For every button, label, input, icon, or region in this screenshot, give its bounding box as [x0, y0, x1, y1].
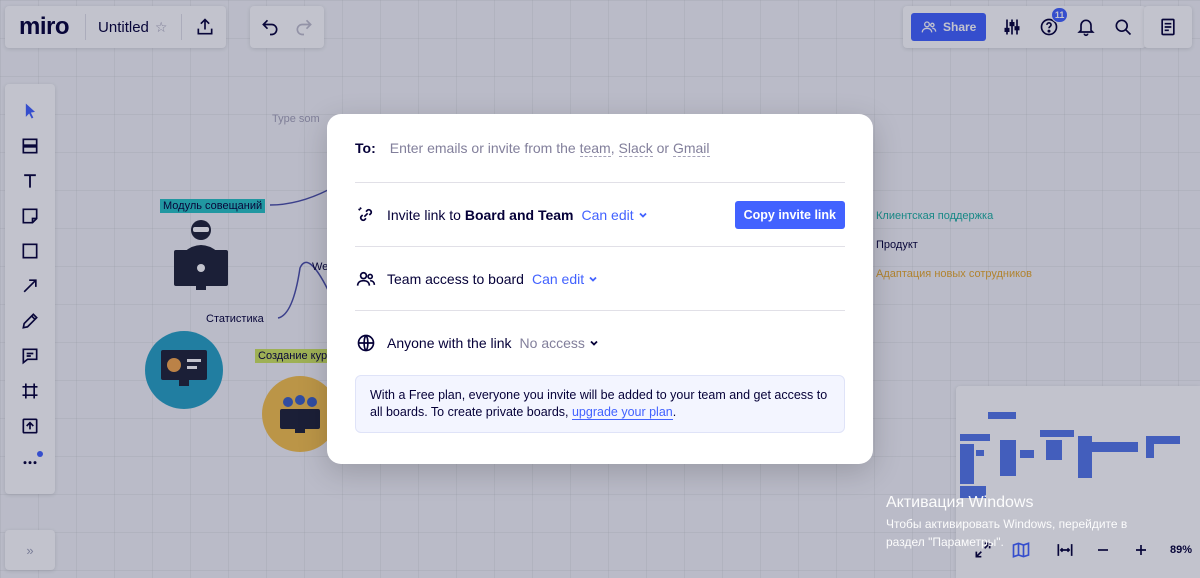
comma-text: , — [610, 140, 615, 156]
globe-icon — [355, 332, 377, 354]
invite-link-permission-dropdown[interactable]: Can edit — [581, 207, 647, 223]
watermark-line2: раздел "Параметры". — [886, 535, 1004, 549]
upgrade-plan-link[interactable]: upgrade your plan — [571, 405, 673, 420]
invite-link-row: Invite link to Board and Team Can edit C… — [355, 183, 845, 247]
invite-link-text: Invite link to Board and Team — [387, 207, 573, 223]
link-icon — [355, 204, 377, 226]
watermark-title: Активация Windows — [886, 494, 1034, 511]
info-suffix: . — [672, 405, 677, 419]
team-access-permission-dropdown[interactable]: Can edit — [532, 271, 598, 287]
chevron-down-icon — [590, 340, 598, 346]
team-access-label: Team access to board — [387, 270, 524, 287]
invite-placeholder-text: Enter emails or invite from the — [389, 140, 580, 156]
permission-label: Can edit — [531, 270, 585, 287]
share-dialog: To: Enter emails or invite from the team… — [327, 114, 873, 464]
free-plan-info-box: With a Free plan, everyone you invite wi… — [355, 375, 845, 433]
or-text: or — [652, 140, 673, 156]
invite-to-row[interactable]: To: Enter emails or invite from the team… — [355, 114, 845, 183]
team-users-icon — [355, 268, 377, 290]
invite-from-gmail-link[interactable]: Gmail — [672, 140, 710, 157]
anyone-permission-dropdown[interactable]: No access — [520, 335, 599, 351]
invite-link-prefix: Invite link to — [387, 206, 465, 223]
windows-activation-watermark: Активация Windows Чтобы активировать Win… — [886, 494, 1127, 551]
permission-label: No access — [519, 335, 585, 351]
anyone-link-row: Anyone with the link No access — [355, 311, 845, 375]
invite-from-slack-link[interactable]: Slack — [618, 140, 653, 157]
watermark-line1: Чтобы активировать Windows, перейдите в — [886, 517, 1128, 531]
chevron-down-icon — [639, 212, 647, 218]
invite-link-target: Board and Team — [464, 206, 574, 223]
anyone-link-label: Anyone with the link — [387, 335, 512, 351]
team-access-row: Team access to board Can edit — [355, 247, 845, 311]
permission-label: Can edit — [581, 206, 634, 223]
to-label: To: — [355, 140, 376, 156]
invite-from-team-link[interactable]: team — [579, 140, 611, 157]
invite-email-input[interactable]: Enter emails or invite from the team, Sl… — [389, 140, 710, 157]
chevron-down-icon — [589, 276, 597, 282]
copy-invite-link-button[interactable]: Copy invite link — [734, 200, 845, 229]
